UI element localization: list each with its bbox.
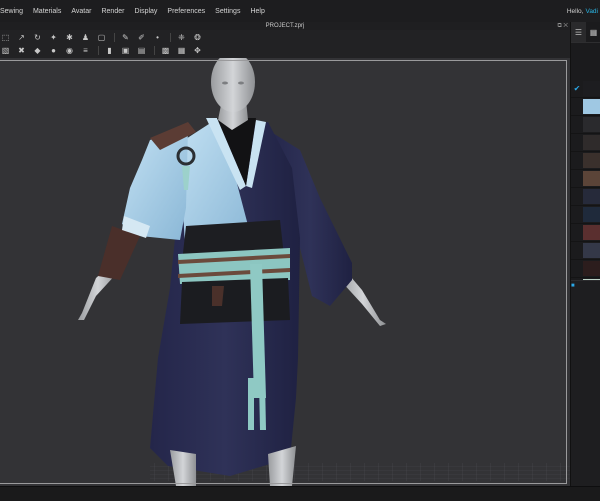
window-controls[interactable]: ⧉ ✕: [557, 22, 568, 30]
status-bar: [0, 486, 600, 501]
fabric-list-item[interactable]: [571, 170, 600, 188]
sleeve-cuff-left: [98, 226, 140, 280]
ungroup-icon[interactable]: ▦: [176, 45, 187, 56]
fabric-list-item[interactable]: [571, 260, 600, 278]
greeting-text: Hello,: [566, 7, 584, 15]
measure-icon[interactable]: ▮: [104, 45, 115, 56]
button-icon[interactable]: ◉: [64, 45, 75, 56]
user-name[interactable]: Vadi: [585, 8, 598, 15]
fabric-swatch[interactable]: [583, 171, 600, 186]
restore-icon[interactable]: ⧉: [557, 23, 561, 29]
close-icon[interactable]: ✕: [563, 23, 568, 29]
toolbar-divider: [154, 46, 155, 55]
avatar-eye: [238, 81, 244, 85]
group-icon[interactable]: ▩: [160, 45, 171, 56]
menu-preferences[interactable]: Preferences: [162, 8, 210, 15]
avatar-eye: [222, 81, 228, 85]
simulation-icon[interactable]: ❈: [176, 32, 187, 43]
fabric-swatch[interactable]: [583, 261, 600, 276]
free-sewing-icon[interactable]: ✱: [64, 32, 75, 43]
fabric-list-item[interactable]: [571, 98, 600, 116]
menu-avatar[interactable]: Avatar: [66, 8, 96, 15]
expand-marker-icon[interactable]: ■: [571, 283, 575, 289]
fabric-swatch-list: ✔: [571, 80, 600, 296]
avatar-head: [211, 58, 255, 112]
belt-bottom: [180, 278, 290, 324]
fabric-swatch[interactable]: [583, 207, 600, 222]
zipper-icon[interactable]: ≡: [80, 45, 91, 56]
user-greeting[interactable]: Hello, Vadi: [567, 0, 598, 22]
fabric-swatch[interactable]: [583, 81, 600, 96]
fabric-icon[interactable]: ▤: [136, 45, 147, 56]
pencil-icon[interactable]: ✐: [136, 32, 147, 43]
menu-render[interactable]: Render: [96, 8, 129, 15]
property-editor: ■: [571, 280, 600, 487]
panel-tabs: ☰ ▦: [571, 22, 600, 43]
avatar-tool-icon[interactable]: ♟: [80, 32, 91, 43]
window-title: PROJECT.zprj: [265, 23, 305, 29]
menu-bar: Sewing Materials Avatar Render Display P…: [0, 0, 600, 23]
fabric-list-item[interactable]: ✔: [571, 80, 600, 98]
avatar-scene: [78, 58, 570, 486]
menu-materials[interactable]: Materials: [28, 8, 66, 15]
hanger-icon[interactable]: ▣: [120, 45, 131, 56]
toolbar-divider: [98, 46, 99, 55]
tassel: [248, 378, 254, 430]
check-icon: ✔: [573, 84, 581, 93]
fabric-list-item[interactable]: [571, 188, 600, 206]
toolbar-row-1: ⬚ ↗ ↻ ✦ ✱ ♟ ▢ ✎ ✐ • ❈ ❂: [0, 31, 208, 44]
menu-sewing[interactable]: Sewing: [0, 8, 28, 15]
fabric-swatch[interactable]: [583, 243, 600, 258]
transform-pattern-icon[interactable]: ⬚: [0, 32, 11, 43]
toolbar-divider: [170, 33, 171, 42]
pin-icon[interactable]: ✖: [16, 45, 27, 56]
segment-sewing-icon[interactable]: ✦: [48, 32, 59, 43]
panel-header: [571, 43, 600, 59]
fabric-swatch[interactable]: [583, 117, 600, 132]
tack-icon[interactable]: ▧: [0, 45, 11, 56]
fabric-list-item[interactable]: [571, 116, 600, 134]
fold-arrangement-icon[interactable]: ↻: [32, 32, 43, 43]
toolbar-divider: [114, 33, 115, 42]
fabric-swatch[interactable]: [583, 189, 600, 204]
fabric-list-item[interactable]: [571, 206, 600, 224]
fabric-swatch[interactable]: [583, 99, 600, 114]
texture-icon[interactable]: ❂: [192, 32, 203, 43]
edit-pattern-icon[interactable]: ↗: [16, 32, 27, 43]
fabric-swatch[interactable]: [583, 135, 600, 150]
fabric-list-item[interactable]: [571, 152, 600, 170]
list-icon[interactable]: ☰: [571, 22, 586, 42]
fabric-icon[interactable]: ▦: [586, 22, 600, 42]
shape-icon[interactable]: ◆: [32, 45, 43, 56]
toolbar-row-2: ▧ ✖ ◆ ● ◉ ≡ ▮ ▣ ▤ ▩ ▦ ✥: [0, 44, 208, 57]
menu-display[interactable]: Display: [129, 8, 162, 15]
toolbar: ⬚ ↗ ↻ ✦ ✱ ♟ ▢ ✎ ✐ • ❈ ❂ ▧ ✖ ◆ ● ◉ ≡ ▮ ▣ …: [0, 30, 570, 59]
window-title-bar: PROJECT.zprj ⧉ ✕: [0, 22, 570, 30]
fabric-list-item[interactable]: [571, 134, 600, 152]
brush-icon[interactable]: ✎: [120, 32, 131, 43]
object-browser-panel: ☰ ▦ ✔ ■: [570, 22, 600, 487]
menu-help[interactable]: Help: [245, 8, 269, 15]
3d-viewport[interactable]: [0, 58, 570, 486]
sphere-icon[interactable]: ●: [48, 45, 59, 56]
tassel: [259, 380, 266, 430]
selection-icon[interactable]: ▢: [96, 32, 107, 43]
point-icon[interactable]: •: [152, 32, 163, 43]
menu-settings[interactable]: Settings: [210, 8, 245, 15]
fabric-list-item[interactable]: [571, 242, 600, 260]
fabric-swatch[interactable]: [583, 225, 600, 240]
move-icon[interactable]: ✥: [192, 45, 203, 56]
belt-tag: [212, 286, 224, 306]
fabric-list-item[interactable]: [571, 224, 600, 242]
fabric-swatch[interactable]: [583, 153, 600, 168]
